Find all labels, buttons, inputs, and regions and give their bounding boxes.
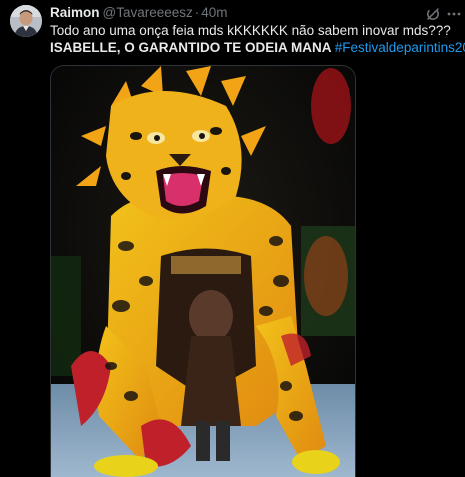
more-icon[interactable] [446,6,462,22]
grok-icon[interactable] [425,6,441,22]
tweet-media-image[interactable] [50,65,356,477]
timestamp[interactable]: 40m [201,5,227,20]
tweet-card[interactable]: Raimon @Tavareeeesz · 40m Todo ano uma onça… [0,0,465,477]
separator-dot: · [194,5,200,20]
avatar-photo-icon [10,5,42,37]
tweet-text-line2: ISABELLE, O GARANTIDO TE ODEIA MANA #Fes… [50,39,465,57]
tweet-text-bold: ISABELLE, O GARANTIDO TE ODEIA MANA [50,39,332,55]
user-handle[interactable]: @Tavareeeesz [103,5,193,20]
tweet-text: Todo ano uma onça feia mds kKKKKKK não s… [50,23,465,57]
tweet-header: Raimon @Tavareeeesz · 40m [50,5,228,21]
avatar[interactable] [10,5,42,37]
display-name[interactable]: Raimon [50,5,100,20]
tweet-text-line1: Todo ano uma onça feia mds kKKKKKK não s… [50,23,451,38]
hashtag-link[interactable]: #Festivaldeparintins2025 [335,40,465,55]
jaguar-costume-photo [51,66,355,477]
